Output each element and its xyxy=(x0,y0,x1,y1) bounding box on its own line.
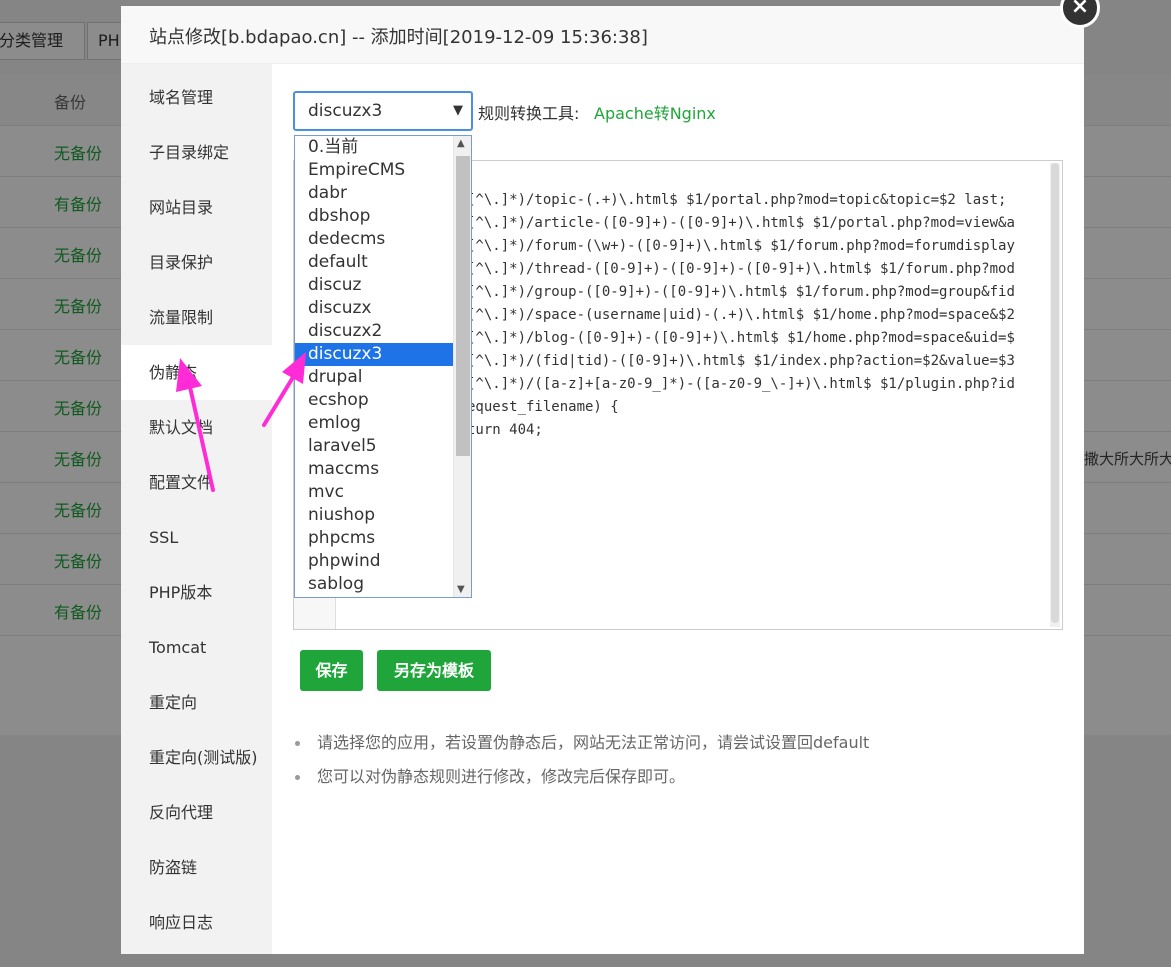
sidebar-item-config-file[interactable]: 配置文件 xyxy=(121,455,272,510)
modal-title: 站点修改[b.bdapao.cn] -- 添加时间[2019-12-09 15:… xyxy=(149,27,648,48)
code-line: equest_filename) { xyxy=(467,399,619,415)
sidebar-item-hotlink-protect[interactable]: 防盗链 xyxy=(121,840,272,895)
rewrite-template-select[interactable]: discuzx3 ▼ xyxy=(293,91,473,131)
sidebar-item-redirect[interactable]: 重定向 xyxy=(121,675,272,730)
sidebar-item-rewrite[interactable]: 伪静态 xyxy=(121,345,272,400)
sidebar-item-ssl[interactable]: SSL xyxy=(121,510,272,565)
settings-sidebar: 域名管理 子目录绑定 网站目录 目录保护 流量限制 伪静态 默认文档 配置文件 … xyxy=(121,64,272,954)
dropdown-option[interactable]: phpcms xyxy=(295,527,453,550)
dropdown-option[interactable]: mvc xyxy=(295,481,453,504)
tip-item: 您可以对伪静态规则进行修改，修改完后保存即可。 xyxy=(293,766,1073,800)
editor-scroll-thumb[interactable] xyxy=(1051,163,1059,623)
save-button[interactable]: 保存 xyxy=(300,650,363,691)
dropdown-option[interactable]: maccms xyxy=(295,458,453,481)
sidebar-item-tomcat[interactable]: Tomcat xyxy=(121,620,272,675)
convert-tool-label: 规则转换工具: xyxy=(478,104,580,123)
editor-scrollbar[interactable] xyxy=(1050,163,1060,627)
bullet-icon xyxy=(295,741,300,746)
sidebar-item-reverse-proxy[interactable]: 反向代理 xyxy=(121,785,272,840)
modal-header: 站点修改[b.bdapao.cn] -- 添加时间[2019-12-09 15:… xyxy=(121,6,1084,64)
code-line: [^\.]*)/space-(username|uid)-(.+)\.html$… xyxy=(467,307,1015,323)
site-edit-modal: 站点修改[b.bdapao.cn] -- 添加时间[2019-12-09 15:… xyxy=(121,6,1084,954)
sidebar-item-site-directory[interactable]: 网站目录 xyxy=(121,180,272,235)
dropdown-option[interactable]: niushop xyxy=(295,504,453,527)
dropdown-option[interactable]: emlog xyxy=(295,412,453,435)
scroll-up-icon[interactable]: ▲ xyxy=(457,138,465,149)
rewrite-code[interactable]: [^\.]*)/topic-(.+)\.html$ $1/portal.php?… xyxy=(467,189,1047,442)
code-line: [^\.]*)/([a-z]+[a-z0-9_]*)-([a-z0-9_\-]+… xyxy=(467,376,1015,392)
sidebar-item-domain[interactable]: 域名管理 xyxy=(121,70,272,125)
sidebar-item-subdir-binding[interactable]: 子目录绑定 xyxy=(121,125,272,180)
tip-text: 请选择您的应用，若设置伪静态后，网站无法正常访问，请尝试设置回default xyxy=(317,733,870,752)
sidebar-item-response-log[interactable]: 响应日志 xyxy=(121,895,272,950)
close-button[interactable]: × xyxy=(1059,0,1101,28)
save-as-template-button[interactable]: 另存为模板 xyxy=(377,650,491,691)
dropdown-scroll-thumb[interactable] xyxy=(456,156,470,456)
dropdown-option[interactable]: phpwind xyxy=(295,550,453,573)
tip-item: 请选择您的应用，若设置伪静态后，网站无法正常访问，请尝试设置回default xyxy=(293,732,1073,766)
dropdown-option[interactable]: drupal xyxy=(295,366,453,389)
bullet-icon xyxy=(295,775,300,780)
code-line: [^\.]*)/blog-([0-9]+)-([0-9]+)\.html$ $1… xyxy=(467,330,1015,346)
apache-to-nginx-link[interactable]: Apache转Nginx xyxy=(594,100,716,124)
rewrite-template-dropdown: 0.当前 EmpireCMS dabr dbshop dedecms defau… xyxy=(294,135,472,598)
sidebar-item-php-version[interactable]: PHP版本 xyxy=(121,565,272,620)
dropdown-option[interactable]: dedecms xyxy=(295,228,453,251)
sidebar-item-dir-protect[interactable]: 目录保护 xyxy=(121,235,272,290)
dropdown-scrollbar[interactable]: ▲ ▼ xyxy=(453,136,471,597)
close-icon[interactable]: × xyxy=(1060,0,1100,28)
dropdown-arrow-icon: ▼ xyxy=(453,103,463,118)
dropdown-option[interactable]: discuzx xyxy=(295,297,453,320)
dropdown-option[interactable]: dbshop xyxy=(295,205,453,228)
dropdown-option[interactable]: 0.当前 xyxy=(295,136,453,159)
code-line: turn 404; xyxy=(467,422,543,438)
code-line: [^\.]*)/forum-(\w+)-([0-9]+)\.html$ $1/f… xyxy=(467,238,1015,254)
dropdown-option[interactable]: discuz xyxy=(295,274,453,297)
code-line: [^\.]*)/topic-(.+)\.html$ $1/portal.php?… xyxy=(467,192,1007,208)
dropdown-option[interactable]: default xyxy=(295,251,453,274)
tip-text: 您可以对伪静态规则进行修改，修改完后保存即可。 xyxy=(317,767,686,786)
code-line: [^\.]*)/(fid|tid)-([0-9]+)\.html$ $1/ind… xyxy=(467,353,1015,369)
code-line: [^\.]*)/article-([0-9]+)-([0-9]+)\.html$… xyxy=(467,215,1015,231)
code-line: [^\.]*)/group-([0-9]+)-([0-9]+)\.html$ $… xyxy=(467,284,1015,300)
help-tips: 请选择您的应用，若设置伪静态后，网站无法正常访问，请尝试设置回default 您… xyxy=(293,732,1073,800)
dropdown-option[interactable]: discuzx2 xyxy=(295,320,453,343)
scroll-down-icon[interactable]: ▼ xyxy=(457,584,465,595)
code-line: [^\.]*)/thread-([0-9]+)-([0-9]+)-([0-9]+… xyxy=(467,261,1015,277)
sidebar-item-default-doc[interactable]: 默认文档 xyxy=(121,400,272,455)
dropdown-option[interactable]: ecshop xyxy=(295,389,453,412)
dropdown-option-selected[interactable]: discuzx3 xyxy=(295,343,453,366)
dropdown-option[interactable]: laravel5 xyxy=(295,435,453,458)
dropdown-option[interactable]: sablog xyxy=(295,573,453,596)
select-value: discuzx3 xyxy=(308,101,383,121)
dropdown-option[interactable]: EmpireCMS xyxy=(295,159,453,182)
rewrite-panel: discuzx3 ▼ 规则转换工具: Apache转Nginx [^\.]*)/… xyxy=(272,64,1084,954)
dropdown-option[interactable]: dabr xyxy=(295,182,453,205)
sidebar-item-traffic-limit[interactable]: 流量限制 xyxy=(121,290,272,345)
sidebar-item-redirect-beta[interactable]: 重定向(测试版) xyxy=(121,730,272,785)
